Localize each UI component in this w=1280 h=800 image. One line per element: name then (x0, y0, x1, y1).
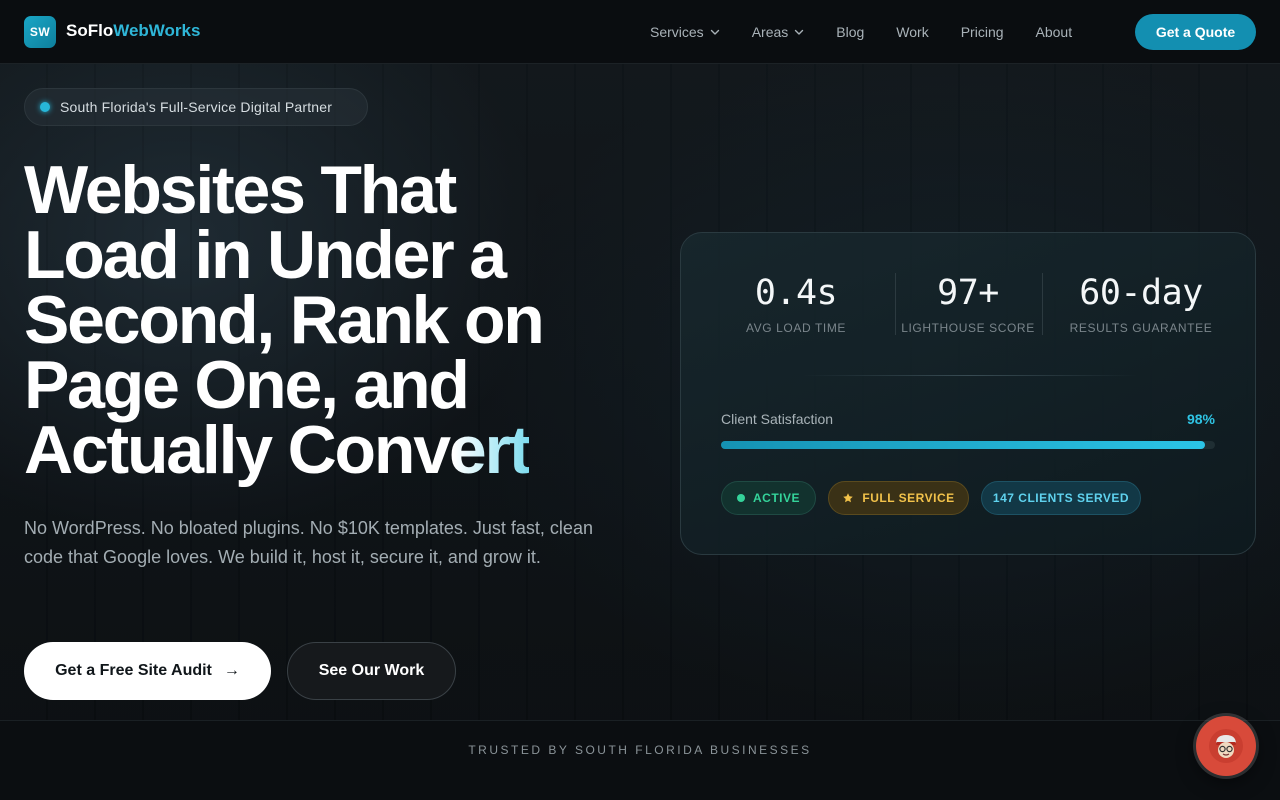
stat-load-time: 0.4s AVG LOAD TIME (721, 273, 871, 335)
brand-name-part2: WebWorks (113, 21, 201, 40)
chevron-down-icon (795, 29, 804, 35)
headline-gradient-text: vert (413, 412, 531, 488)
trusted-heading: TRUSTED BY SOUTH FLORIDA BUSINESSES (468, 743, 812, 757)
nav-item-blog[interactable]: Blog (836, 24, 864, 40)
badge-label: FULL SERVICE (862, 491, 955, 505)
free-site-audit-button[interactable]: Get a Free Site Audit → (24, 642, 271, 700)
stat-value: 0.4s (754, 273, 838, 313)
see-our-work-button[interactable]: See Our Work (287, 642, 456, 700)
chevron-down-icon (710, 29, 719, 35)
hero-tagline-pill: South Florida's Full-Service Digital Par… (24, 88, 368, 126)
stat-label: RESULTS GUARANTEE (1069, 321, 1213, 335)
nav-item-label: About (1035, 24, 1073, 40)
satisfaction-progress-bar (721, 441, 1215, 449)
clients-served-badge: 147 CLIENTS SERVED (981, 481, 1141, 515)
stat-label: LIGHTHOUSE SCORE (901, 321, 1035, 335)
satisfaction-progress-fill (721, 441, 1206, 449)
satisfaction-value: 98% (1186, 411, 1215, 427)
get-quote-button[interactable]: Get a Quote (1135, 14, 1256, 50)
stat-divider (1042, 273, 1043, 335)
satisfaction-label: Client Satisfaction (721, 411, 834, 427)
arrow-right-icon: → (223, 662, 240, 679)
nav-item-label: Services (650, 24, 704, 40)
hero-headline: Websites That Load in Under a Second, Ra… (24, 156, 624, 484)
nav-links: Services Areas Blog Work Pricing About (650, 0, 1104, 64)
nav-item-areas[interactable]: Areas (752, 24, 805, 40)
chat-avatar-icon (1209, 729, 1243, 763)
stat-value: 97+ (937, 273, 999, 313)
nav-item-label: Areas (751, 24, 789, 40)
trusted-strip: TRUSTED BY SOUTH FLORIDA BUSINESSES (0, 720, 1280, 800)
nav-item-services[interactable]: Services (650, 24, 720, 40)
brand-name-part1: SoFlo (66, 21, 114, 40)
full-service-badge: FULL SERVICE (828, 481, 969, 515)
status-dot-icon (40, 102, 50, 112)
hero-subcopy: No WordPress. No bloated plugins. No $10… (24, 518, 593, 567)
active-status-badge: ACTIVE (721, 481, 816, 515)
hero-tagline-text: South Florida's Full-Service Digital Par… (60, 99, 333, 115)
stat-label: AVG LOAD TIME (745, 321, 847, 335)
stats-card: 0.4s AVG LOAD TIME 97+ LIGHTHOUSE SCORE … (680, 232, 1256, 555)
nav-item-label: Blog (836, 24, 865, 40)
stat-lighthouse: 97+ LIGHTHOUSE SCORE (901, 273, 1035, 335)
nav-item-pricing[interactable]: Pricing (961, 24, 1004, 40)
stat-guarantee: 60-day RESULTS GUARANTEE (1056, 273, 1226, 335)
status-dot-icon (736, 494, 745, 502)
card-divider (801, 375, 1137, 376)
badge-label: ACTIVE (752, 491, 800, 505)
top-nav: SW SoFloWebWorks Services Areas Blog Wor… (0, 0, 1280, 64)
chat-widget-button[interactable] (1196, 716, 1256, 776)
nav-item-label: Pricing (960, 24, 1004, 40)
star-icon (843, 493, 854, 503)
free-site-audit-label: Get a Free Site Audit (55, 662, 212, 679)
brand-name[interactable]: SoFloWebWorks (66, 21, 200, 41)
nav-item-label: Work (896, 24, 929, 40)
headline-line: Actually Con (24, 412, 415, 488)
stat-value: 60-day (1079, 273, 1203, 313)
nav-item-about[interactable]: About (1036, 24, 1073, 40)
logo-badge[interactable]: SW (24, 16, 56, 48)
nav-item-work[interactable]: Work (896, 24, 928, 40)
badge-label: 147 CLIENTS SERVED (992, 491, 1130, 505)
stat-divider (895, 273, 896, 335)
